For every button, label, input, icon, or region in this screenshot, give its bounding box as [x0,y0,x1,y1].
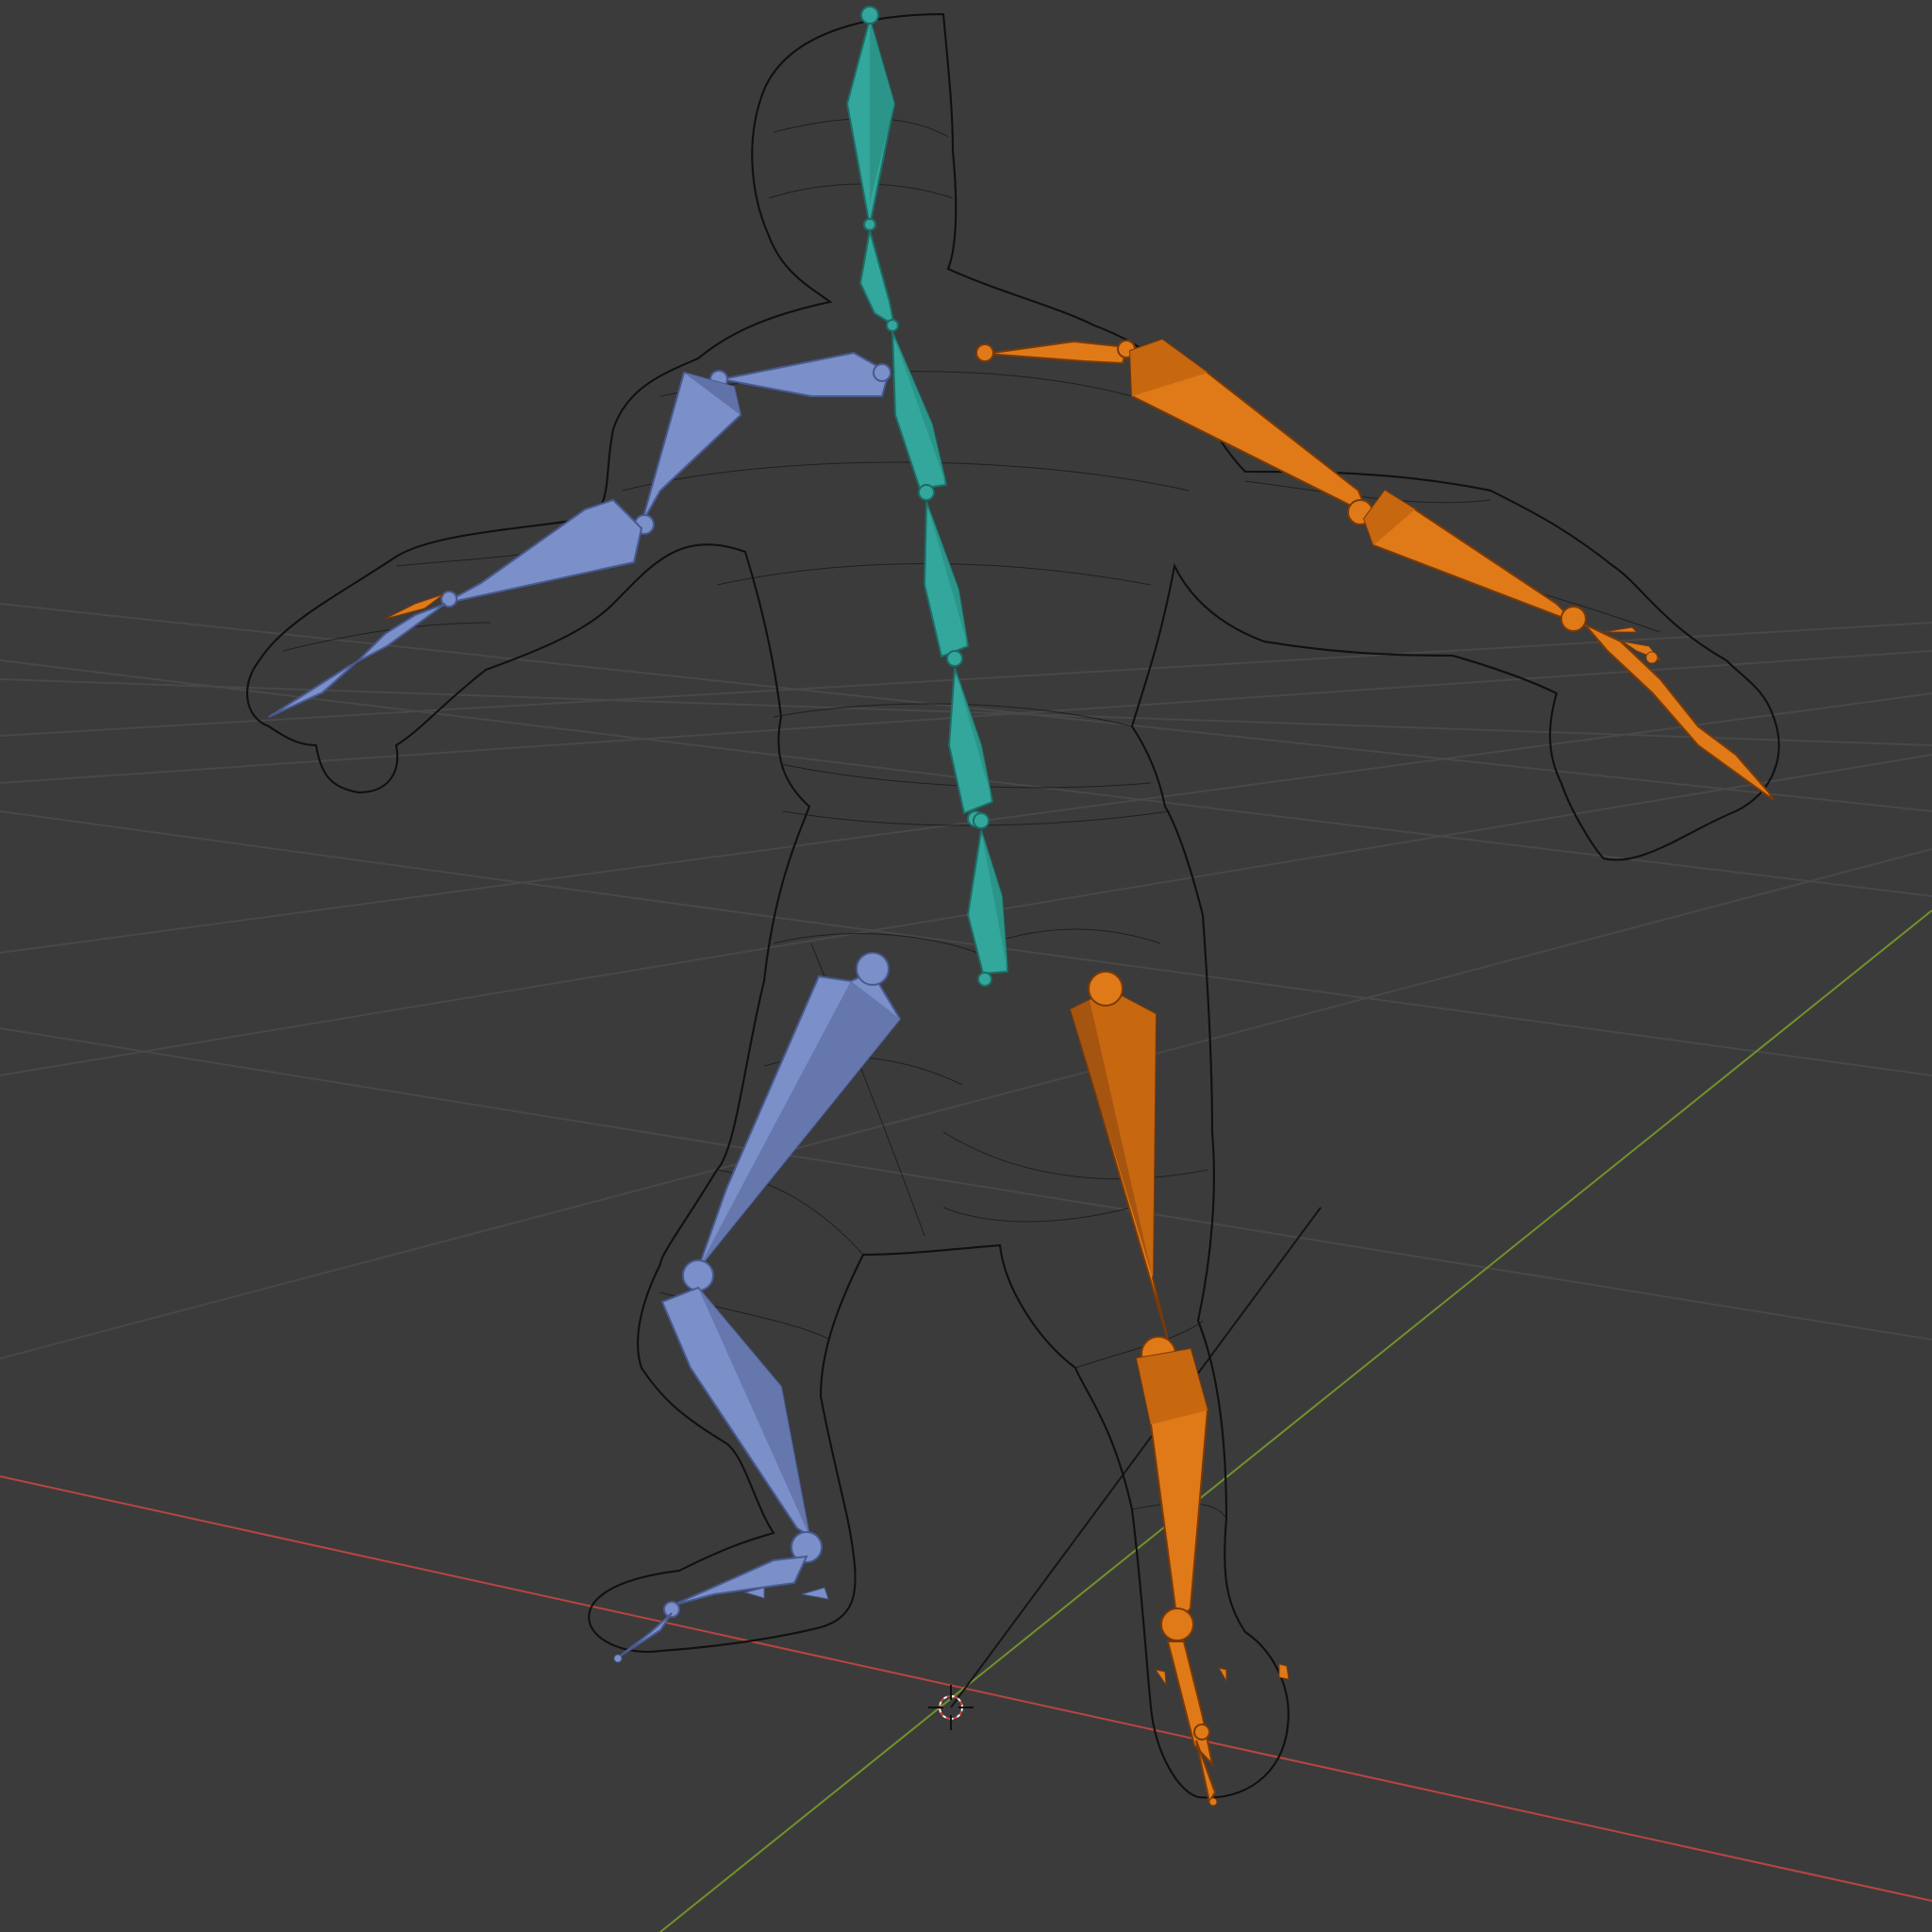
bone-upper-arm-left[interactable] [634,371,742,535]
bone-shin-right[interactable] [1135,1347,1209,1641]
bone-spine-lower[interactable] [947,667,994,827]
bone-clavicle-right[interactable] [975,340,1136,365]
wireframe-character-icon[interactable] [246,12,1780,1799]
bone-head[interactable] [845,6,896,231]
bone-clavicle-left[interactable] [709,351,891,397]
bone-neck[interactable] [858,229,899,332]
bone-foot-right[interactable] [1154,1641,1290,1807]
axis-lines [0,909,1932,1932]
bone-pelvis[interactable] [966,829,1009,987]
bone-forearm-right[interactable] [1362,489,1587,632]
bone-toe-left[interactable] [613,1612,673,1663]
bone-spine-mid[interactable] [923,501,970,667]
bone-upper-arm-right[interactable] [1128,338,1374,525]
bone-thigh-right[interactable] [1069,971,1176,1372]
bone-hips[interactable] [973,812,990,829]
bone-thigh-left[interactable] [682,952,902,1291]
bone-spine-upper[interactable] [891,331,948,501]
bone-hand-right[interactable] [1584,624,1774,801]
z-normal-line [950,1207,1322,1708]
bone-shin-left[interactable] [660,1286,823,1563]
3d-viewport[interactable] [0,0,1932,1932]
bone-hand-left[interactable] [268,593,446,718]
bone-forearm-left[interactable] [441,498,643,608]
viewport-scene[interactable] [0,0,1932,1932]
